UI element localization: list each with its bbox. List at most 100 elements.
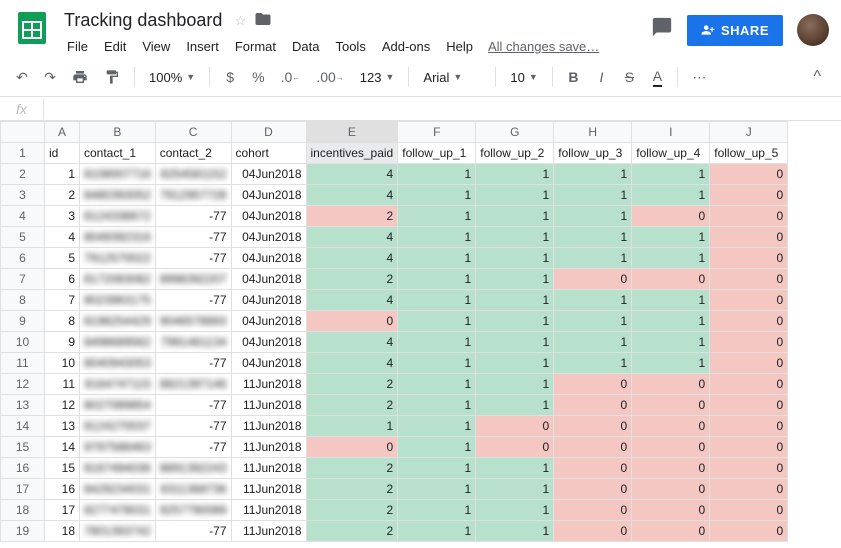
cell[interactable]: 0 [710, 227, 788, 248]
document-title[interactable]: Tracking dashboard [60, 8, 226, 33]
cell[interactable]: 8040943053 [80, 353, 156, 374]
cell[interactable]: 14 [45, 437, 80, 458]
cell[interactable]: 0 [710, 437, 788, 458]
cell[interactable]: 0 [710, 416, 788, 437]
cell[interactable]: 0 [476, 437, 554, 458]
cell[interactable]: 4 [306, 290, 398, 311]
cell[interactable]: 04Jun2018 [231, 206, 306, 227]
col-header-B[interactable]: B [80, 122, 156, 143]
comments-icon[interactable] [651, 16, 673, 44]
cell[interactable]: 0 [710, 185, 788, 206]
number-format-select[interactable]: 123▼ [354, 66, 401, 89]
text-color-button[interactable]: A [645, 64, 669, 90]
cell[interactable]: 8998392207 [155, 269, 231, 290]
cell[interactable]: 0 [632, 437, 710, 458]
cell[interactable]: 1 [398, 353, 476, 374]
cell[interactable]: -77 [155, 521, 231, 542]
cell[interactable]: 7 [45, 290, 80, 311]
cell[interactable]: 8498689562 [80, 332, 156, 353]
row-header[interactable]: 3 [1, 185, 45, 206]
cell[interactable]: 0 [710, 164, 788, 185]
cell[interactable]: -77 [155, 248, 231, 269]
font-size-select[interactable]: 10▼ [504, 66, 544, 89]
cell[interactable]: 8124270037 [80, 416, 156, 437]
row-header[interactable]: 17 [1, 479, 45, 500]
cell[interactable]: 1 [554, 227, 632, 248]
cell[interactable]: 8311368736 [155, 479, 231, 500]
cell[interactable]: 8124338672 [80, 206, 156, 227]
paint-format-button[interactable] [98, 64, 126, 90]
cell[interactable]: 0 [710, 479, 788, 500]
cell[interactable]: 1 [398, 500, 476, 521]
print-button[interactable] [66, 64, 94, 90]
cell[interactable]: 1 [632, 185, 710, 206]
cell[interactable]: 9046578893 [155, 311, 231, 332]
cell[interactable]: 2 [306, 500, 398, 521]
cell[interactable]: 1 [398, 416, 476, 437]
cell[interactable]: 04Jun2018 [231, 269, 306, 290]
cell[interactable]: 0 [554, 269, 632, 290]
cell[interactable]: 11Jun2018 [231, 500, 306, 521]
cell[interactable]: 1 [554, 206, 632, 227]
cell[interactable]: 2 [306, 269, 398, 290]
row-header[interactable]: 8 [1, 290, 45, 311]
cell[interactable]: 3 [45, 206, 80, 227]
cell[interactable]: 1 [476, 269, 554, 290]
cell[interactable]: 11Jun2018 [231, 479, 306, 500]
header-cell[interactable]: follow_up_2 [476, 143, 554, 164]
cell[interactable]: 11 [45, 374, 80, 395]
cell[interactable]: -77 [155, 353, 231, 374]
share-button[interactable]: SHARE [687, 15, 783, 46]
menu-file[interactable]: File [60, 35, 95, 58]
col-header-A[interactable]: A [45, 122, 80, 143]
cell[interactable]: 2 [306, 395, 398, 416]
account-avatar[interactable] [797, 14, 829, 46]
cell[interactable]: 0 [632, 500, 710, 521]
cell[interactable]: 8198254429 [80, 311, 156, 332]
cell[interactable]: 1 [476, 227, 554, 248]
cell[interactable]: 04Jun2018 [231, 164, 306, 185]
cell[interactable]: 1 [476, 395, 554, 416]
header-cell[interactable]: follow_up_3 [554, 143, 632, 164]
cell[interactable]: 9 [45, 332, 80, 353]
cell[interactable]: 0 [632, 479, 710, 500]
cell[interactable]: 4 [306, 353, 398, 374]
cell[interactable]: 8821397146 [155, 374, 231, 395]
cell[interactable]: 0 [710, 374, 788, 395]
cell[interactable]: 11Jun2018 [231, 458, 306, 479]
cell[interactable]: 0 [554, 479, 632, 500]
cell[interactable]: 0 [710, 311, 788, 332]
cell[interactable]: -77 [155, 416, 231, 437]
row-header[interactable]: 18 [1, 500, 45, 521]
zoom-select[interactable]: 100%▼ [143, 66, 201, 89]
menu-view[interactable]: View [135, 35, 177, 58]
row-header[interactable]: 10 [1, 332, 45, 353]
row-header[interactable]: 11 [1, 353, 45, 374]
cell[interactable]: 4 [306, 332, 398, 353]
row-header[interactable]: 19 [1, 521, 45, 542]
cell[interactable]: 0 [710, 269, 788, 290]
cell[interactable]: 18 [45, 521, 80, 542]
spreadsheet-grid[interactable]: ABCDEFGHIJ1idcontact_1contact_2cohortinc… [0, 121, 788, 542]
cell[interactable]: -77 [155, 395, 231, 416]
menu-data[interactable]: Data [285, 35, 326, 58]
cell[interactable]: 0 [632, 458, 710, 479]
sheets-logo[interactable] [12, 8, 52, 48]
cell[interactable]: 1 [476, 185, 554, 206]
cell[interactable]: 0 [632, 521, 710, 542]
undo-button[interactable]: ↶ [10, 64, 34, 90]
cell[interactable]: 1 [398, 374, 476, 395]
col-header-J[interactable]: J [710, 122, 788, 143]
currency-button[interactable]: $ [218, 64, 242, 90]
cell[interactable]: 8049392316 [80, 227, 156, 248]
cell[interactable]: 11Jun2018 [231, 416, 306, 437]
save-status[interactable]: All changes save… [488, 39, 599, 54]
cell[interactable]: 04Jun2018 [231, 290, 306, 311]
col-header-G[interactable]: G [476, 122, 554, 143]
cell[interactable]: 1 [554, 311, 632, 332]
cell[interactable]: 1 [398, 521, 476, 542]
cell[interactable]: 6 [45, 269, 80, 290]
cell[interactable]: 0 [632, 206, 710, 227]
folder-icon[interactable] [254, 10, 272, 31]
header-cell[interactable]: follow_up_4 [632, 143, 710, 164]
